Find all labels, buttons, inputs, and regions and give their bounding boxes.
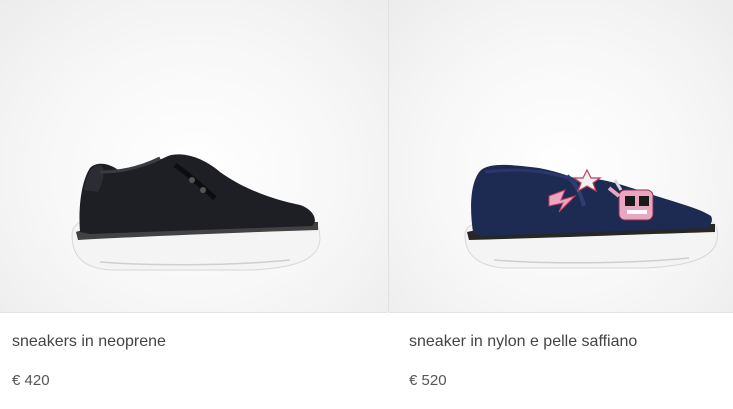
product-image-neoprene-sneakers[interactable] [0,0,388,313]
product-card-neoprene-sneakers[interactable]: sneakers in neoprene € 420 [0,0,388,409]
product-price: € 420 [12,372,50,389]
product-price: € 520 [409,372,447,389]
product-image-nylon-saffiano-sneaker[interactable] [389,0,733,313]
black-neoprene-sneaker-icon [71,154,321,271]
product-name[interactable]: sneakers in neoprene [12,333,166,351]
product-grid: sneakers in neoprene € 420 sneaker in ny… [0,0,733,409]
product-card-nylon-saffiano-sneaker[interactable]: sneaker in nylon e pelle saffiano € 520 [389,0,733,409]
navy-nylon-slip-on-sneaker-icon [464,164,718,269]
product-name[interactable]: sneaker in nylon e pelle saffiano [409,333,637,351]
